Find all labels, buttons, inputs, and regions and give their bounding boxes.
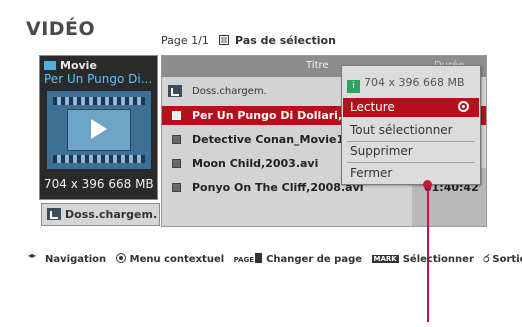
exit-icon: ර: [483, 254, 490, 265]
preview-card: Movie Per Un Pungo Di... 704 x 396 668 M…: [39, 55, 158, 200]
movie-icon: [44, 61, 56, 70]
menu-item-label: Fermer: [350, 166, 393, 180]
legend-exit: Sortie: [492, 254, 522, 265]
legend-select: Sélectionner: [402, 254, 474, 265]
menu-divider: [347, 162, 475, 163]
selection-status: Pas de sélection: [219, 34, 336, 47]
checkbox-icon[interactable]: [172, 183, 181, 192]
video-thumbnail-icon: [46, 90, 152, 170]
preview-category: Movie: [44, 59, 97, 72]
ok-button-icon: [115, 253, 126, 263]
context-info: i 704 x 396 668 MB: [347, 76, 465, 93]
menu-item-delete[interactable]: Supprimer: [343, 142, 479, 161]
checkbox-icon[interactable]: [172, 111, 181, 120]
preview-resolution-size: 704 x 396 668 MB: [44, 177, 154, 191]
selected-radio-icon: [458, 101, 469, 112]
selection-status-label: Pas de sélection: [235, 34, 336, 47]
menu-item-label: Tout sélectionner: [350, 123, 453, 137]
key-legend: Navigation Menu contextuel PAGE Changer d…: [28, 251, 522, 265]
menu-item-label: Lecture: [350, 100, 395, 114]
page-title: VIDÉO: [26, 18, 96, 40]
file-name: Ponyo On The Cliff,2008.avi: [192, 181, 364, 194]
folder-up-icon: [168, 85, 182, 97]
preview-file-name: Per Un Pungo Di...: [44, 72, 153, 86]
menu-item-select-all[interactable]: Tout sélectionner: [343, 121, 479, 140]
legend-context-menu: Menu contextuel: [129, 254, 225, 265]
file-name: Moon Child,2003.avi: [192, 157, 319, 170]
mark-key-icon: MARK: [371, 255, 399, 263]
legend-change-page: Changer de page: [266, 254, 363, 265]
play-icon: [91, 119, 107, 139]
checkbox-icon[interactable]: [172, 159, 181, 168]
legend-navigation: Navigation: [45, 254, 107, 265]
page-up-down-icon: [255, 253, 263, 263]
context-menu: i 704 x 396 668 MB Lecture Tout sélection…: [341, 65, 481, 185]
context-info-text: 704 x 396 668 MB: [364, 76, 465, 89]
folder-row-label: Doss.chargem.: [192, 86, 267, 97]
checkbox-icon: [219, 35, 229, 45]
menu-item-label: Supprimer: [350, 144, 413, 158]
navigation-arrows-icon: [28, 251, 41, 263]
folder-up-icon: [47, 208, 61, 220]
preview-category-label: Movie: [60, 59, 97, 72]
menu-item-play[interactable]: Lecture: [343, 98, 479, 117]
page-key-label: PAGE: [233, 256, 255, 264]
menu-item-close[interactable]: Fermer: [343, 164, 479, 183]
checkbox-icon[interactable]: [172, 135, 181, 144]
info-icon: i: [347, 80, 360, 93]
column-title: Titre: [306, 60, 329, 71]
up-folder-label: Doss.chargem.: [65, 208, 158, 221]
page-indicator: Page 1/1: [161, 34, 209, 47]
up-folder-button[interactable]: Doss.chargem.: [41, 203, 160, 226]
